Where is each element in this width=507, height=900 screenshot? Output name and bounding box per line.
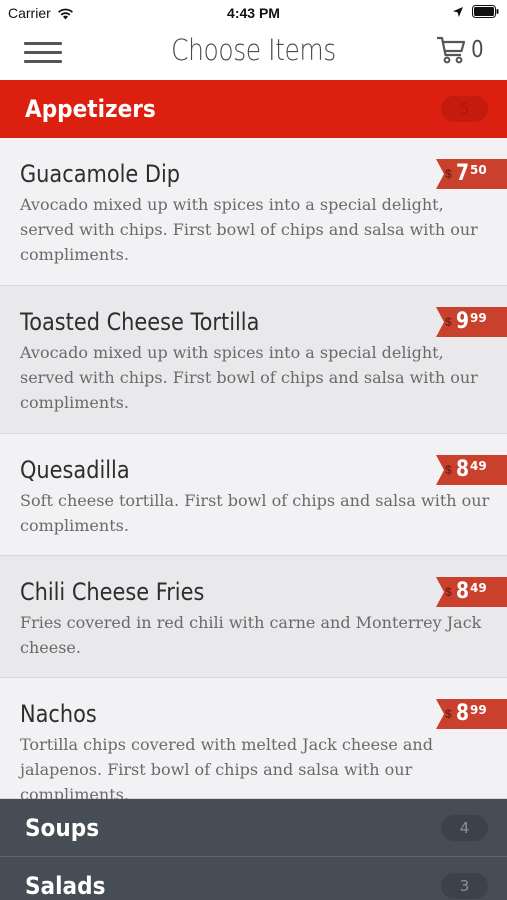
category-salads[interactable]: Salads 3 <box>0 857 507 900</box>
cart-button[interactable]: 0 <box>435 35 485 65</box>
category-appetizers[interactable]: Appetizers 5 <box>0 80 507 138</box>
price-currency: $ <box>445 585 452 599</box>
price-tag: $ 8 99 <box>436 699 507 729</box>
price-tag: $ 9 99 <box>436 307 507 337</box>
price-main: 8 <box>456 457 470 482</box>
menu-item-chili-cheese-fries[interactable]: Chili Cheese Fries Fries covered in red … <box>0 556 507 678</box>
price-cents: 99 <box>470 311 487 325</box>
category-label: Appetizers <box>25 95 156 123</box>
menu-item-nachos[interactable]: Nachos Tortilla chips covered with melte… <box>0 678 507 804</box>
price-tag: $ 8 49 <box>436 455 507 485</box>
price-cents: 49 <box>470 581 487 595</box>
category-count-badge: 3 <box>441 873 488 899</box>
category-soups[interactable]: Soups 4 <box>0 799 507 857</box>
navigation-bar: Choose Items 0 <box>0 28 507 80</box>
price-main: 8 <box>456 579 470 604</box>
item-name: Chili Cheese Fries <box>20 578 205 606</box>
category-label: Soups <box>25 813 100 842</box>
price-main: 9 <box>456 309 470 334</box>
status-time: 4:43 PM <box>227 5 280 21</box>
price-currency: $ <box>445 167 452 181</box>
status-bar: Carrier 4:43 PM <box>0 0 507 28</box>
price-tag: $ 8 49 <box>436 577 507 607</box>
price-currency: $ <box>445 315 452 329</box>
location-arrow-icon <box>453 6 463 17</box>
battery-icon <box>472 5 499 18</box>
item-description: Fries covered in red chili with carne an… <box>20 613 482 657</box>
price-currency: $ <box>445 707 452 721</box>
page-title: Choose Items <box>171 33 336 67</box>
price-main: 8 <box>456 701 470 726</box>
item-description: Avocado mixed up with spices into a spec… <box>20 343 478 412</box>
item-description: Avocado mixed up with spices into a spec… <box>20 195 478 264</box>
price-main: 7 <box>456 161 470 186</box>
price-currency: $ <box>445 463 452 477</box>
menu-item-guacamole-dip[interactable]: Guacamole Dip Avocado mixed up with spic… <box>0 138 507 286</box>
menu-item-quesadilla[interactable]: Quesadilla Soft cheese tortilla. First b… <box>0 434 507 556</box>
item-name: Toasted Cheese Tortilla <box>20 308 260 336</box>
item-description: Soft cheese tortilla. First bowl of chip… <box>20 491 490 535</box>
category-count-badge: 4 <box>441 814 488 841</box>
category-count-badge: 5 <box>441 96 488 122</box>
item-name: Quesadilla <box>20 456 130 484</box>
item-name: Guacamole Dip <box>20 160 181 188</box>
item-name: Nachos <box>20 700 97 728</box>
price-cents: 49 <box>470 459 487 473</box>
cart-count: 0 <box>471 37 484 63</box>
item-description: Tortilla chips covered with melted Jack … <box>20 735 433 804</box>
price-tag: $ 7 50 <box>436 159 507 189</box>
price-cents: 50 <box>470 163 487 177</box>
shopping-cart-icon <box>437 36 466 64</box>
status-right <box>452 5 499 18</box>
price-cents: 99 <box>470 703 487 717</box>
menu-item-toasted-cheese-tortilla[interactable]: Toasted Cheese Tortilla Avocado mixed up… <box>0 286 507 434</box>
category-label: Salads <box>25 872 106 900</box>
